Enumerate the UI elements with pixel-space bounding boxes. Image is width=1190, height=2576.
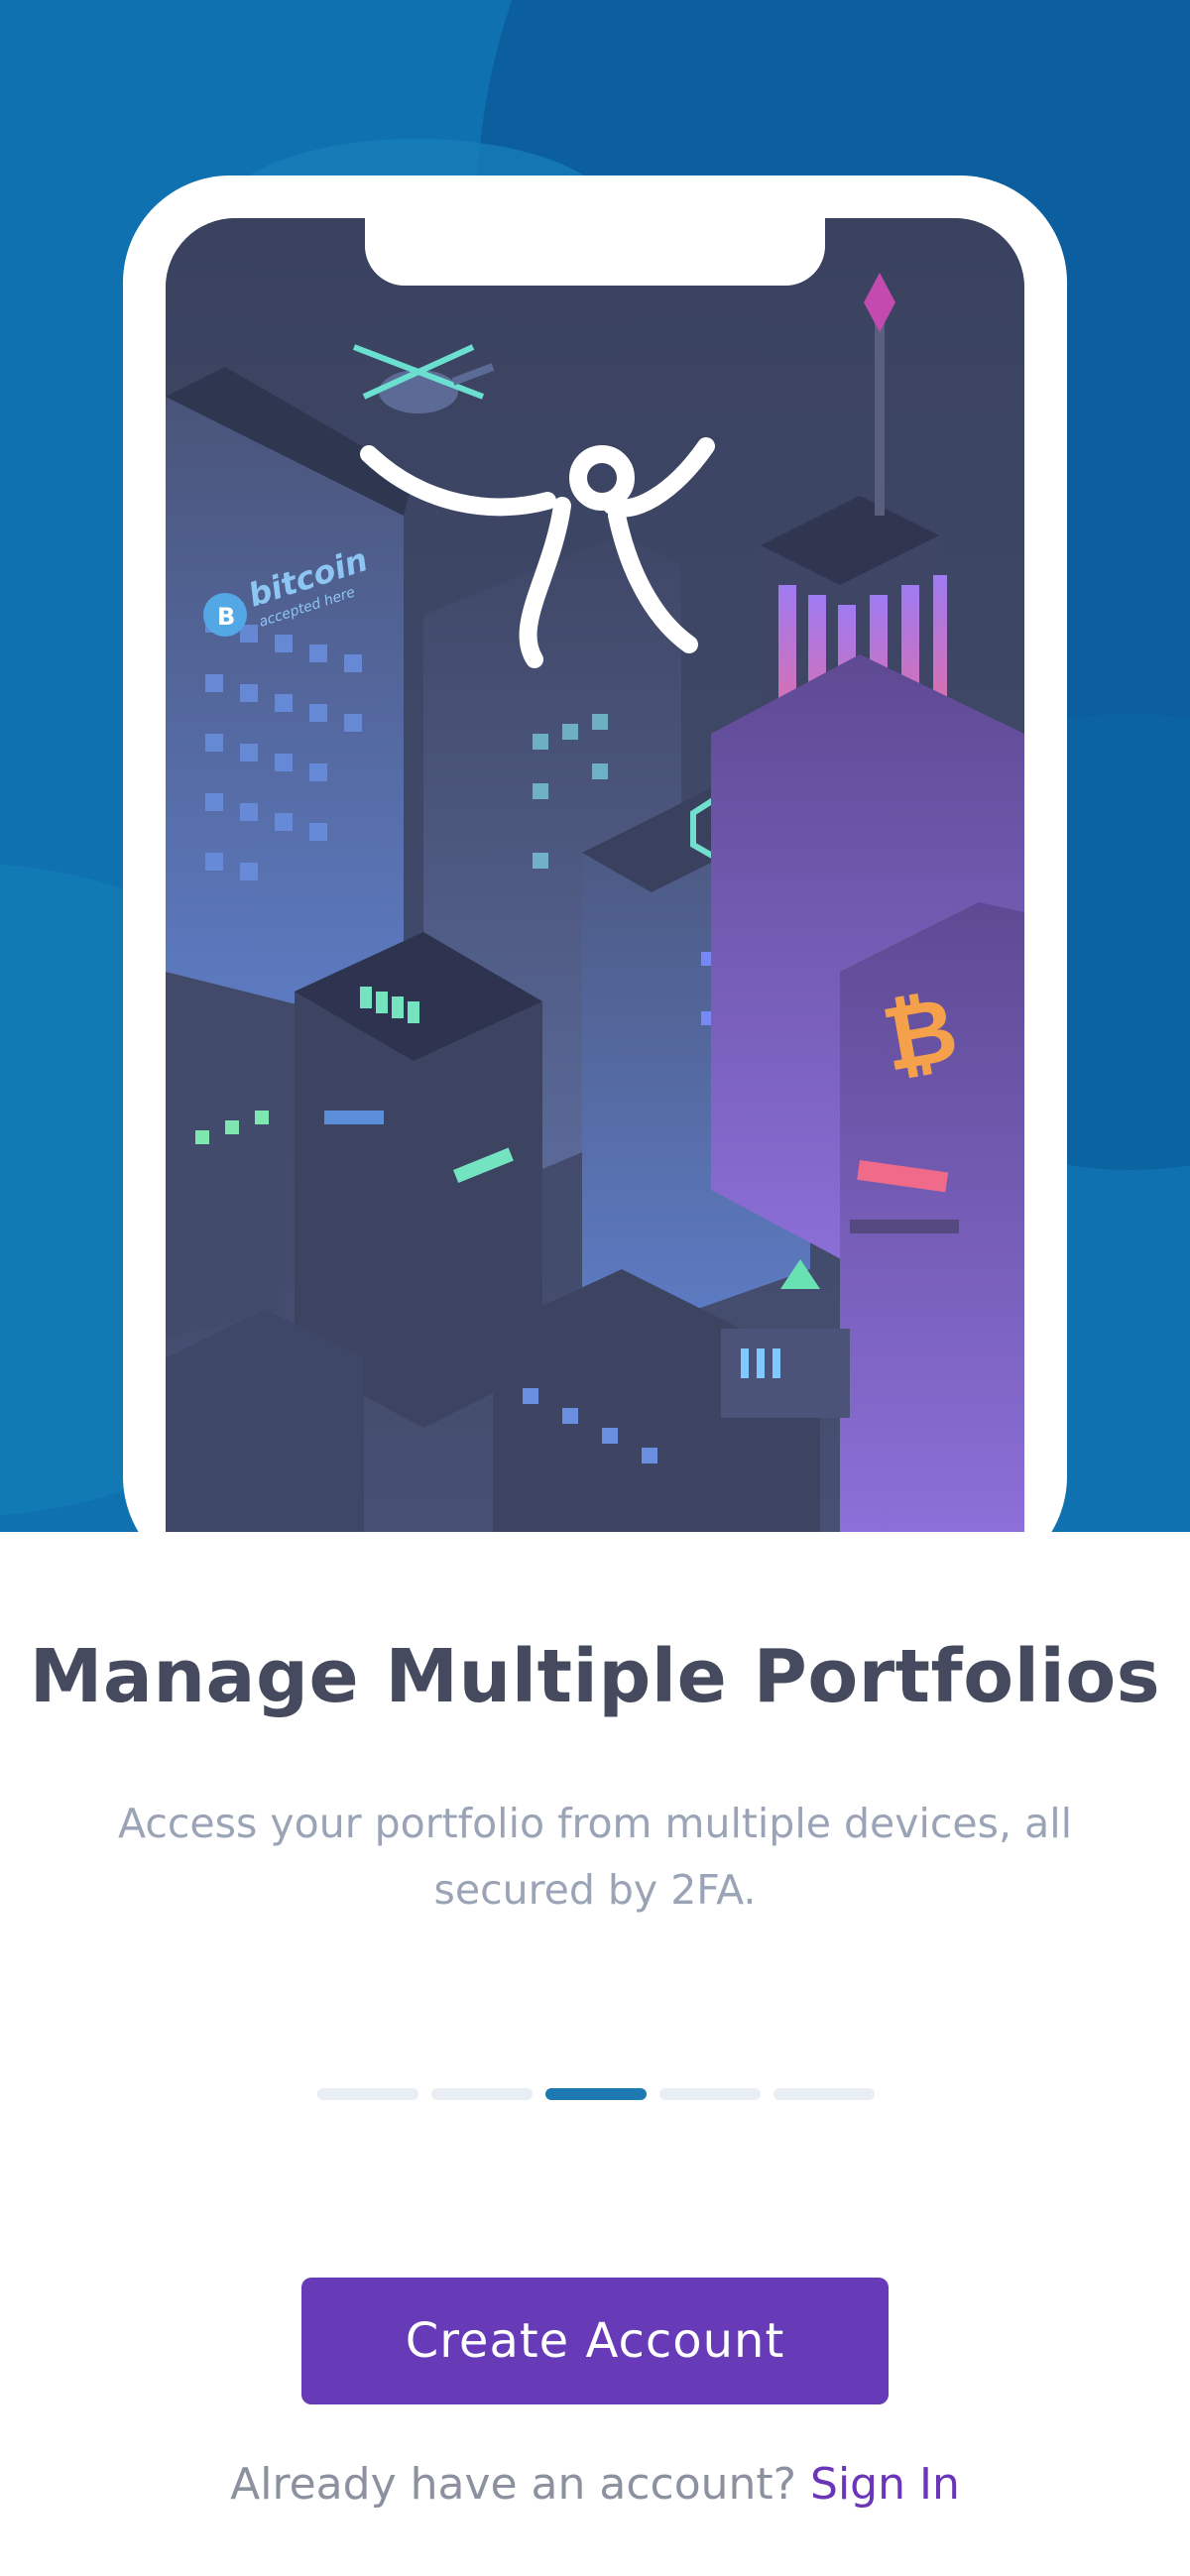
signin-prompt: Already have an account? [230,2459,811,2510]
page-dot[interactable] [659,2088,761,2100]
page-indicator [317,2088,875,2100]
page-title: Manage Multiple Portfolios [29,1634,1161,1719]
create-account-button[interactable]: Create Account [301,2278,889,2404]
page-dot[interactable] [774,2088,875,2100]
page-dot[interactable] [317,2088,418,2100]
content-top-edge [0,1532,1190,1591]
page-subtitle: Access your portfolio from multiple devi… [118,1800,1072,1914]
city-illustration: B bitcoin accepted here ₿ [166,218,1024,1532]
page-dot-active[interactable] [545,2088,647,2100]
svg-text:B: B [217,603,235,631]
page-dot[interactable] [431,2088,533,2100]
phone-notch [365,218,825,286]
signin-row: Already have an account? Sign In [0,2459,1190,2510]
sign-in-link[interactable]: Sign In [810,2459,960,2510]
